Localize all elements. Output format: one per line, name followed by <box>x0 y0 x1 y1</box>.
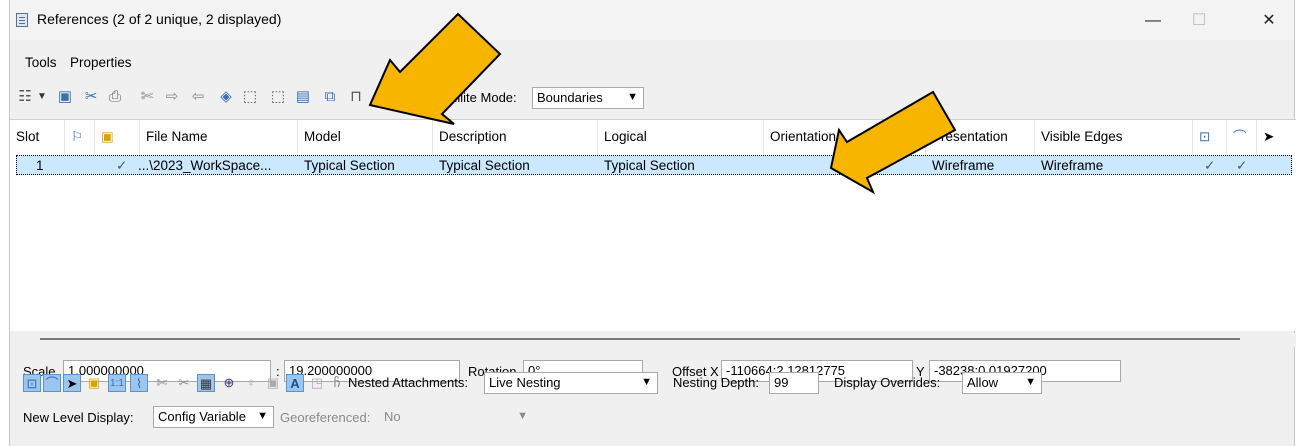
maximize-button[interactable]: ☐ <box>1176 6 1222 36</box>
references-table: Slot ⚐ ▣ File Name Model Description Log… <box>10 119 1296 331</box>
move-icon[interactable]: ⇨ <box>162 87 182 107</box>
col-logical[interactable]: Logical <box>598 120 764 154</box>
nested-icon[interactable]: ჩ <box>328 374 346 392</box>
display-overrides-label: Display Overrides: <box>834 375 941 390</box>
nested-attachments-value: Live Nesting <box>489 375 561 390</box>
annotation-arrow-2 <box>829 90 957 195</box>
new-level-display-label: New Level Display: <box>23 410 134 425</box>
scrollbar-thumb[interactable] <box>40 338 1240 340</box>
treat-as-element-icon[interactable]: ⊕ <box>220 374 238 392</box>
hilite-mode-value: Boundaries <box>537 90 603 105</box>
snap-column-icon[interactable]: ⌒ <box>1227 120 1257 154</box>
row-slot: 1 <box>36 158 44 173</box>
annotation-arrow-1 <box>368 12 502 125</box>
nesting-depth-input[interactable]: 99 <box>769 372 819 394</box>
display-overrides-select[interactable]: Allow ▼ <box>962 372 1042 394</box>
clip-back-icon[interactable]: ✄ <box>153 374 171 392</box>
display-file-icon[interactable]: ▣ <box>95 120 140 154</box>
annotation-arrow-2-shape <box>829 90 957 195</box>
mirror-v-icon[interactable]: ▤ <box>293 87 313 107</box>
menu-tools[interactable]: Tools <box>25 55 57 70</box>
hilite-mode-select[interactable]: Boundaries ▼ <box>532 87 644 109</box>
display-toggle-icon[interactable]: ⊡ <box>23 374 41 392</box>
row-logical: Typical Section <box>604 158 695 173</box>
chevron-down-icon[interactable]: ▼ <box>32 87 52 107</box>
copy-icon[interactable]: ⇦ <box>188 87 208 107</box>
nesting-depth-label: Nesting Depth: <box>673 375 759 390</box>
level-display-icon[interactable]: ▦ <box>197 374 215 392</box>
georeferenced-select[interactable]: No ▼ <box>379 406 534 428</box>
display-column-icon[interactable]: ⊡ <box>1193 120 1227 154</box>
raster-icon[interactable]: ▣ <box>264 374 282 392</box>
window-title: References (2 of 2 unique, 2 displayed) <box>37 11 282 27</box>
lights-icon[interactable]: ♀ <box>242 374 260 392</box>
row-description: Typical Section <box>439 158 530 173</box>
col-visible-edges[interactable]: Visible Edges <box>1035 120 1193 154</box>
reload-icon[interactable]: ⎙ <box>105 87 125 107</box>
minimize-button[interactable]: — <box>1130 6 1176 36</box>
row-model: Typical Section <box>304 158 395 173</box>
annotation-arrow-1-shape <box>368 12 502 125</box>
scale-icon[interactable]: ⬚ <box>240 87 260 107</box>
new-level-display-value: Config Variable <box>158 409 246 424</box>
document-icon <box>16 13 28 27</box>
locate-toggle-icon[interactable]: ➤ <box>63 374 81 392</box>
row-file-name: ...\2023_WorkSpace... <box>138 158 272 173</box>
row-check: ✓ <box>116 158 128 173</box>
scale-line-styles-icon[interactable]: ⌇ <box>130 374 148 392</box>
exchange-icon[interactable]: ✄ <box>137 87 157 107</box>
detach-reference-icon[interactable]: ✂ <box>81 87 101 107</box>
chevron-down-icon: ▼ <box>1025 376 1036 388</box>
rotate-icon[interactable]: ◈ <box>216 87 236 107</box>
close-button[interactable]: ✕ <box>1246 6 1292 36</box>
col-file-name[interactable]: File Name <box>140 120 298 154</box>
comment-icon[interactable]: ◳ <box>308 374 326 392</box>
row-display-check[interactable]: ✓ <box>1204 157 1215 175</box>
display-overrides-value: Allow <box>967 375 999 390</box>
col-slot[interactable]: Slot <box>10 120 65 154</box>
chevron-down-icon: ▼ <box>641 376 652 388</box>
clip-boundary-icon[interactable]: ⧉ <box>320 87 340 107</box>
chevron-down-icon: ▼ <box>517 410 528 422</box>
horizontal-scrollbar[interactable] <box>10 333 1296 347</box>
georeferenced-value: No <box>384 409 401 424</box>
new-level-display-select[interactable]: Config Variable ▼ <box>153 406 274 428</box>
snap-toggle-icon[interactable]: ⌒ <box>43 374 61 392</box>
row-snap-check[interactable]: ✓ <box>1236 157 1247 175</box>
chevron-down-icon: ▼ <box>627 91 638 103</box>
menu-properties[interactable]: Properties <box>70 55 132 70</box>
nested-attachments-select[interactable]: Live Nesting ▼ <box>484 372 658 394</box>
georeferenced-label: Georeferenced: <box>280 410 371 425</box>
true-scale-icon[interactable]: 1:1 <box>108 374 126 392</box>
ignore-attach-icon[interactable]: ▣ <box>85 374 103 392</box>
toolbar: ☷ ▼ ▣ ✂ ⎙ ✄ ⇨ ⇦ ◈ ⬚ ⬚ ▤ ⧉ ⊓ ⊞ ▢ ✘ Hilite… <box>10 83 1294 115</box>
attach-reference-icon[interactable]: ▣ <box>55 87 75 107</box>
annotation-icon[interactable]: A <box>286 374 304 392</box>
clip-front-icon[interactable]: ✂ <box>175 374 193 392</box>
flag-icon[interactable]: ⚐ <box>65 120 95 154</box>
row-visible-edges: Wireframe <box>1041 158 1104 173</box>
nested-attachments-label: Nested Attachments: <box>348 375 468 390</box>
title-bar[interactable]: References (2 of 2 unique, 2 displayed) … <box>10 0 1294 40</box>
mirror-h-icon[interactable]: ⬚ <box>268 87 288 107</box>
chevron-down-icon: ▼ <box>257 410 268 422</box>
pointer-column-icon[interactable]: ➤ <box>1257 120 1296 154</box>
references-dialog: References (2 of 2 unique, 2 displayed) … <box>9 0 1296 446</box>
